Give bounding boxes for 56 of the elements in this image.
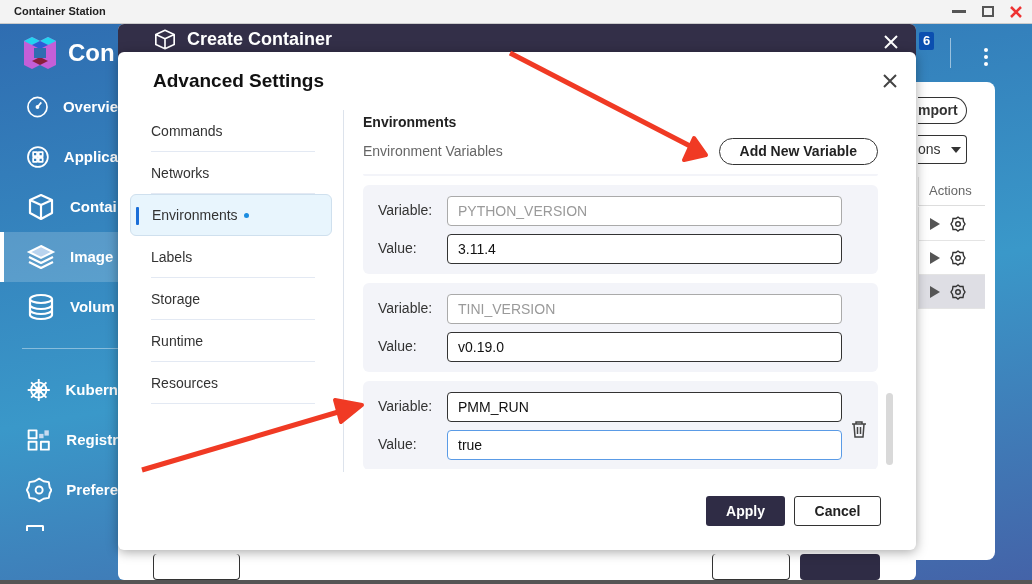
settings-tab[interactable]: Resources <box>130 362 332 404</box>
settings-tab[interactable]: Labels <box>130 236 332 278</box>
app-name: Con <box>68 38 115 68</box>
table-row[interactable] <box>918 275 985 309</box>
database-icon <box>26 292 56 322</box>
play-icon[interactable] <box>930 285 940 298</box>
field-label: Variable: <box>378 299 434 318</box>
settings-tab[interactable]: Commands <box>130 110 332 152</box>
close-icon[interactable] <box>1010 5 1022 18</box>
dialog-title: Create Container <box>187 29 333 49</box>
settings-tab[interactable]: Environments <box>130 194 332 236</box>
filter-dropdown[interactable]: ons <box>918 135 967 164</box>
sidebar-item[interactable]: Volum <box>0 282 118 332</box>
field-label: Value: <box>378 239 418 258</box>
value-field[interactable]: 3.11.4 <box>447 233 842 264</box>
cancel-button[interactable]: Cancel <box>794 496 881 526</box>
settings-icon[interactable] <box>950 249 966 266</box>
window-title: Container Station <box>14 4 106 20</box>
sidebar-icon <box>26 525 44 531</box>
settings-tab[interactable]: Storage <box>130 278 332 320</box>
sidebar-item[interactable]: Contai <box>0 182 118 232</box>
sidebar-item[interactable]: Applica <box>0 132 118 182</box>
close-button[interactable] <box>882 73 898 89</box>
sidebar-item[interactable]: Prefere <box>0 465 118 515</box>
layers-icon <box>26 242 56 272</box>
play-icon[interactable] <box>930 251 940 264</box>
value-field[interactable]: true <box>447 429 842 460</box>
field-label: Variable: <box>378 201 434 220</box>
import-button[interactable]: mport <box>918 97 967 124</box>
close-button[interactable] <box>884 35 900 51</box>
settings-icon[interactable] <box>950 283 966 300</box>
value-field[interactable]: v0.19.0 <box>447 331 842 362</box>
table-row[interactable] <box>918 207 985 241</box>
dialog-title: Advanced Settings <box>153 68 325 93</box>
settings-tab[interactable]: Runtime <box>130 320 332 362</box>
field-label: Value: <box>378 435 418 454</box>
maximize-icon[interactable] <box>982 6 994 17</box>
minimize-icon[interactable] <box>952 9 966 14</box>
apply-button[interactable]: Apply <box>706 496 785 526</box>
settings-icon[interactable] <box>950 215 966 232</box>
caret-icon <box>950 146 961 153</box>
cube-icon <box>155 29 175 50</box>
play-icon[interactable] <box>930 217 940 230</box>
column-header: Actions <box>928 182 972 201</box>
field-label: Value: <box>378 337 418 356</box>
scrollbar <box>886 393 893 465</box>
settings-tab[interactable]: Networks <box>130 152 332 194</box>
section-title: Environments <box>363 113 458 130</box>
sidebar-item[interactable]: Overvie <box>0 82 118 132</box>
variable-field[interactable]: PMM_RUN <box>447 391 842 422</box>
section-subtitle: Environment Variables <box>363 141 503 161</box>
notification-badge: 6 <box>919 32 935 50</box>
settings-icon <box>26 475 53 505</box>
add-variable-button[interactable]: Add New Variable <box>718 137 878 165</box>
field-label: Variable: <box>378 397 434 416</box>
cube-icon <box>26 192 56 222</box>
